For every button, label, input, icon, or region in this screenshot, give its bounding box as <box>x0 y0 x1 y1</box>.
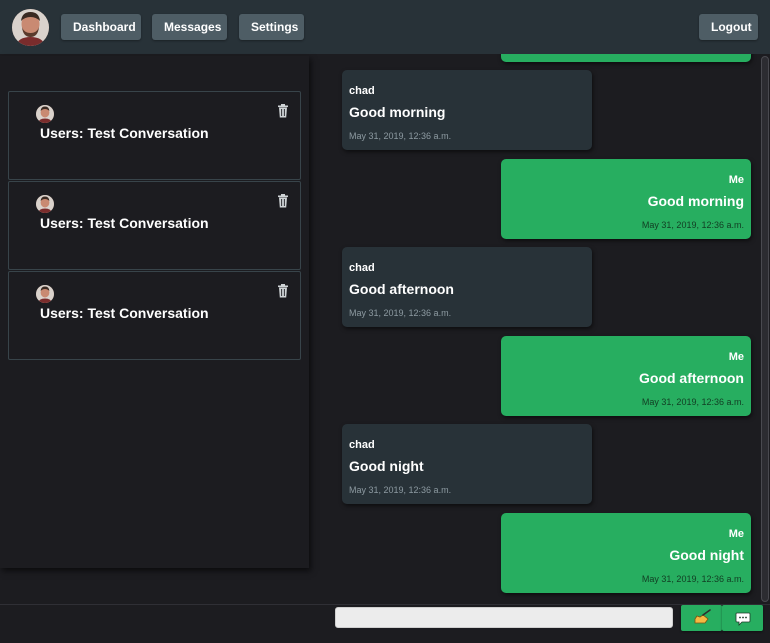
message-text: Good afternoon <box>349 281 454 297</box>
message-text: Good morning <box>647 193 744 209</box>
conversation-item[interactable]: Users: Test Conversation <box>8 271 301 360</box>
message-text: Good night <box>349 458 424 474</box>
conversation-list: Users: Test Conversation Users: Test Con… <box>0 56 309 568</box>
message-timestamp: May 31, 2019, 12:36 a.m. <box>641 220 744 230</box>
messages-button[interactable]: Messages <box>152 14 227 40</box>
message-sender: Me <box>728 351 744 363</box>
message-text: Good night <box>669 547 744 563</box>
message-timestamp: May 31, 2019, 12:36 a.m. <box>641 574 744 584</box>
message-input[interactable] <box>335 607 673 628</box>
conversation-title: Users: Test Conversation <box>40 215 209 231</box>
outgoing-message: Me Good night May 31, 2019, 12:36 a.m. <box>501 513 751 593</box>
participant-avatar <box>36 285 54 303</box>
send-message-button[interactable] <box>722 605 763 631</box>
outgoing-message-partial <box>501 54 751 62</box>
incoming-message: chad Good night May 31, 2019, 12:36 a.m. <box>342 424 592 504</box>
user-avatar[interactable] <box>12 9 49 46</box>
logout-button[interactable]: Logout <box>699 14 758 40</box>
trash-icon[interactable] <box>277 284 289 298</box>
message-text: Good morning <box>349 104 446 120</box>
message-sender: chad <box>349 262 375 274</box>
scrollbar-thumb[interactable] <box>761 56 769 602</box>
conversation-item[interactable]: Users: Test Conversation <box>8 91 301 180</box>
dashboard-button[interactable]: Dashboard <box>61 14 141 40</box>
top-navbar: Dashboard Messages Settings Logout <box>0 0 770 54</box>
signature-button[interactable] <box>681 605 722 631</box>
incoming-message: chad Good afternoon May 31, 2019, 12:36 … <box>342 247 592 327</box>
conversation-title: Users: Test Conversation <box>40 305 209 321</box>
message-sender: Me <box>728 528 744 540</box>
message-sender: chad <box>349 85 375 97</box>
message-sender: chad <box>349 439 375 451</box>
message-timestamp: May 31, 2019, 12:36 a.m. <box>349 485 452 495</box>
outgoing-message: Me Good morning May 31, 2019, 12:36 a.m. <box>501 159 751 239</box>
participant-avatar <box>36 105 54 123</box>
participant-avatar <box>36 195 54 213</box>
message-thread: chad Good morning May 31, 2019, 12:36 a.… <box>310 54 760 604</box>
conversation-title: Users: Test Conversation <box>40 125 209 141</box>
message-text: Good afternoon <box>639 370 744 386</box>
message-timestamp: May 31, 2019, 12:36 a.m. <box>641 397 744 407</box>
message-sender: Me <box>728 174 744 186</box>
outgoing-message: Me Good afternoon May 31, 2019, 12:36 a.… <box>501 336 751 416</box>
incoming-message: chad Good morning May 31, 2019, 12:36 a.… <box>342 70 592 150</box>
conversation-item[interactable]: Users: Test Conversation <box>8 181 301 270</box>
message-timestamp: May 31, 2019, 12:36 a.m. <box>349 308 452 318</box>
chat-bubble-icon <box>722 605 763 631</box>
trash-icon[interactable] <box>277 194 289 208</box>
trash-icon[interactable] <box>277 104 289 118</box>
settings-button[interactable]: Settings <box>239 14 304 40</box>
writing-hand-icon <box>681 605 722 631</box>
message-timestamp: May 31, 2019, 12:36 a.m. <box>349 131 452 141</box>
